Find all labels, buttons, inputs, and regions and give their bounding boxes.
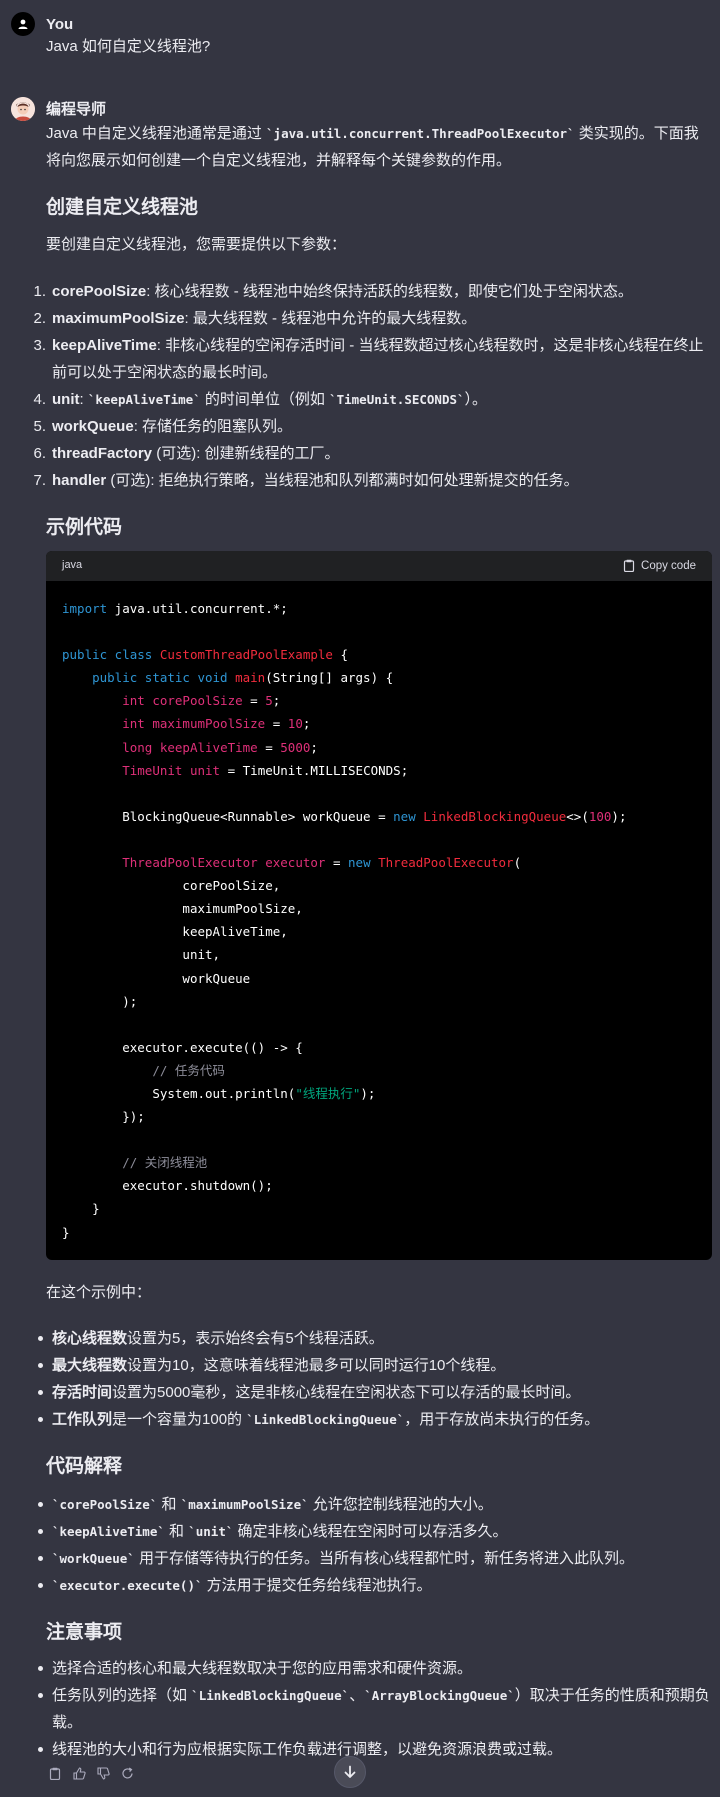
example-intro: 在这个示例中： (46, 1284, 152, 1301)
user-avatar (11, 12, 35, 36)
list-item: `workQueue` 用于存储等待执行的任务。当所有核心线程都忙时，新任务将进… (38, 1545, 712, 1572)
list-item: 5. workQueue: 存储任务的阻塞队列。 (33, 418, 293, 435)
list-item: 工作队列是一个容量为100的 `LinkedBlockingQueue`，用于存… (38, 1406, 712, 1433)
code-language: java (62, 559, 83, 572)
assistant-intro: Java 中自定义线程池通常是通过 `java.util.concurrent.… (46, 125, 699, 169)
list-item: 存活时间设置为5000毫秒，这是非核心线程在空闲状态下可以存活的最长时间。 (38, 1379, 712, 1406)
thumbs-down-button[interactable] (94, 1764, 112, 1782)
scroll-to-bottom-button[interactable] (334, 1756, 366, 1788)
notes-bullets: 选择合适的核心和最大线程数取决于您的应用需求和硬件资源。 任务队列的选择（如 `… (38, 1655, 712, 1763)
list-item: 核心线程数设置为5，表示始终会有5个线程活跃。 (38, 1325, 712, 1352)
user-question: Java 如何自定义线程池? (46, 38, 211, 55)
heading-example: 示例代码 (46, 517, 123, 538)
regenerate-button[interactable] (118, 1764, 136, 1782)
thumbs-down-icon (96, 1766, 110, 1780)
list-item: `executor.execute()` 方法用于提交任务给线程池执行。 (38, 1572, 712, 1599)
list-item: 2. maximumPoolSize: 最大线程数 - 线程池中允许的最大线程数。 (33, 310, 477, 327)
thumbs-up-button[interactable] (70, 1764, 88, 1782)
heading-create: 创建自定义线程池 (46, 197, 199, 218)
example-bullets: 核心线程数设置为5，表示始终会有5个线程活跃。 最大线程数设置为10，这意味着线… (38, 1325, 712, 1433)
list-item: 任务队列的选择（如 `LinkedBlockingQueue`、`ArrayBl… (38, 1682, 712, 1736)
list-item: 1. corePoolSize: 核心线程数 - 线程池中始终保持活跃的线程数，即… (33, 283, 633, 300)
code-content: import java.util.concurrent.*; public cl… (62, 601, 627, 1240)
assistant-avatar (11, 97, 35, 121)
list-item: `corePoolSize` 和 `maximumPoolSize` 允许您控制… (38, 1491, 712, 1518)
list-item: 线程池的大小和行为应根据实际工作负载进行调整，以避免资源浪费或过载。 (38, 1736, 712, 1763)
list-item: 4. unit: `keepAliveTime` 的时间单位（例如 `TimeUn… (33, 391, 488, 408)
user-icon (18, 19, 28, 29)
heading-explain: 代码解释 (46, 1456, 123, 1477)
code-block: java Copy code import java.util.concurre… (46, 551, 712, 1260)
code-header: java Copy code (46, 551, 712, 581)
explain-bullets: `corePoolSize` 和 `maximumPoolSize` 允许您控制… (38, 1491, 712, 1599)
list-item: 3. keepAliveTime: 非核心线程的空闲存活时间 - 当线程数超过核心… (33, 337, 704, 381)
clipboard-icon (623, 560, 635, 573)
params-list: 1. corePoolSize: 核心线程数 - 线程池中始终保持活跃的线程数，即… (33, 278, 712, 494)
list-item: 7. handler (可选): 拒绝执行策略，当线程池和队列都满时如何处理新提交… (33, 472, 579, 489)
params-intro: 要创建自定义线程池，您需要提供以下参数： (46, 236, 347, 253)
thumbs-up-icon (72, 1766, 86, 1780)
copy-code-button[interactable]: Copy code (623, 557, 696, 575)
tutor-avatar-icon (11, 97, 35, 121)
user-message: You Java 如何自定义线程池? (0, 0, 720, 70)
list-item: 6. threadFactory (可选): 创建新线程的工厂。 (33, 445, 340, 462)
refresh-icon (121, 1767, 133, 1779)
clipboard-icon (49, 1767, 61, 1780)
assistant-author: 编程导师 (46, 101, 107, 118)
list-item: 最大线程数设置为10，这意味着线程池最多可以同时运行10个线程。 (38, 1352, 712, 1379)
arrow-down-icon (344, 1765, 356, 1778)
heading-notes: 注意事项 (46, 1622, 123, 1643)
inline-code: `java.util.concurrent.ThreadPoolExecutor… (266, 126, 575, 141)
list-item: 选择合适的核心和最大线程数取决于您的应用需求和硬件资源。 (38, 1655, 712, 1682)
copy-message-button[interactable] (46, 1764, 64, 1782)
list-item: `keepAliveTime` 和 `unit` 确定非核心线程在空闲时可以存活… (38, 1518, 712, 1545)
message-actions (46, 1764, 136, 1782)
